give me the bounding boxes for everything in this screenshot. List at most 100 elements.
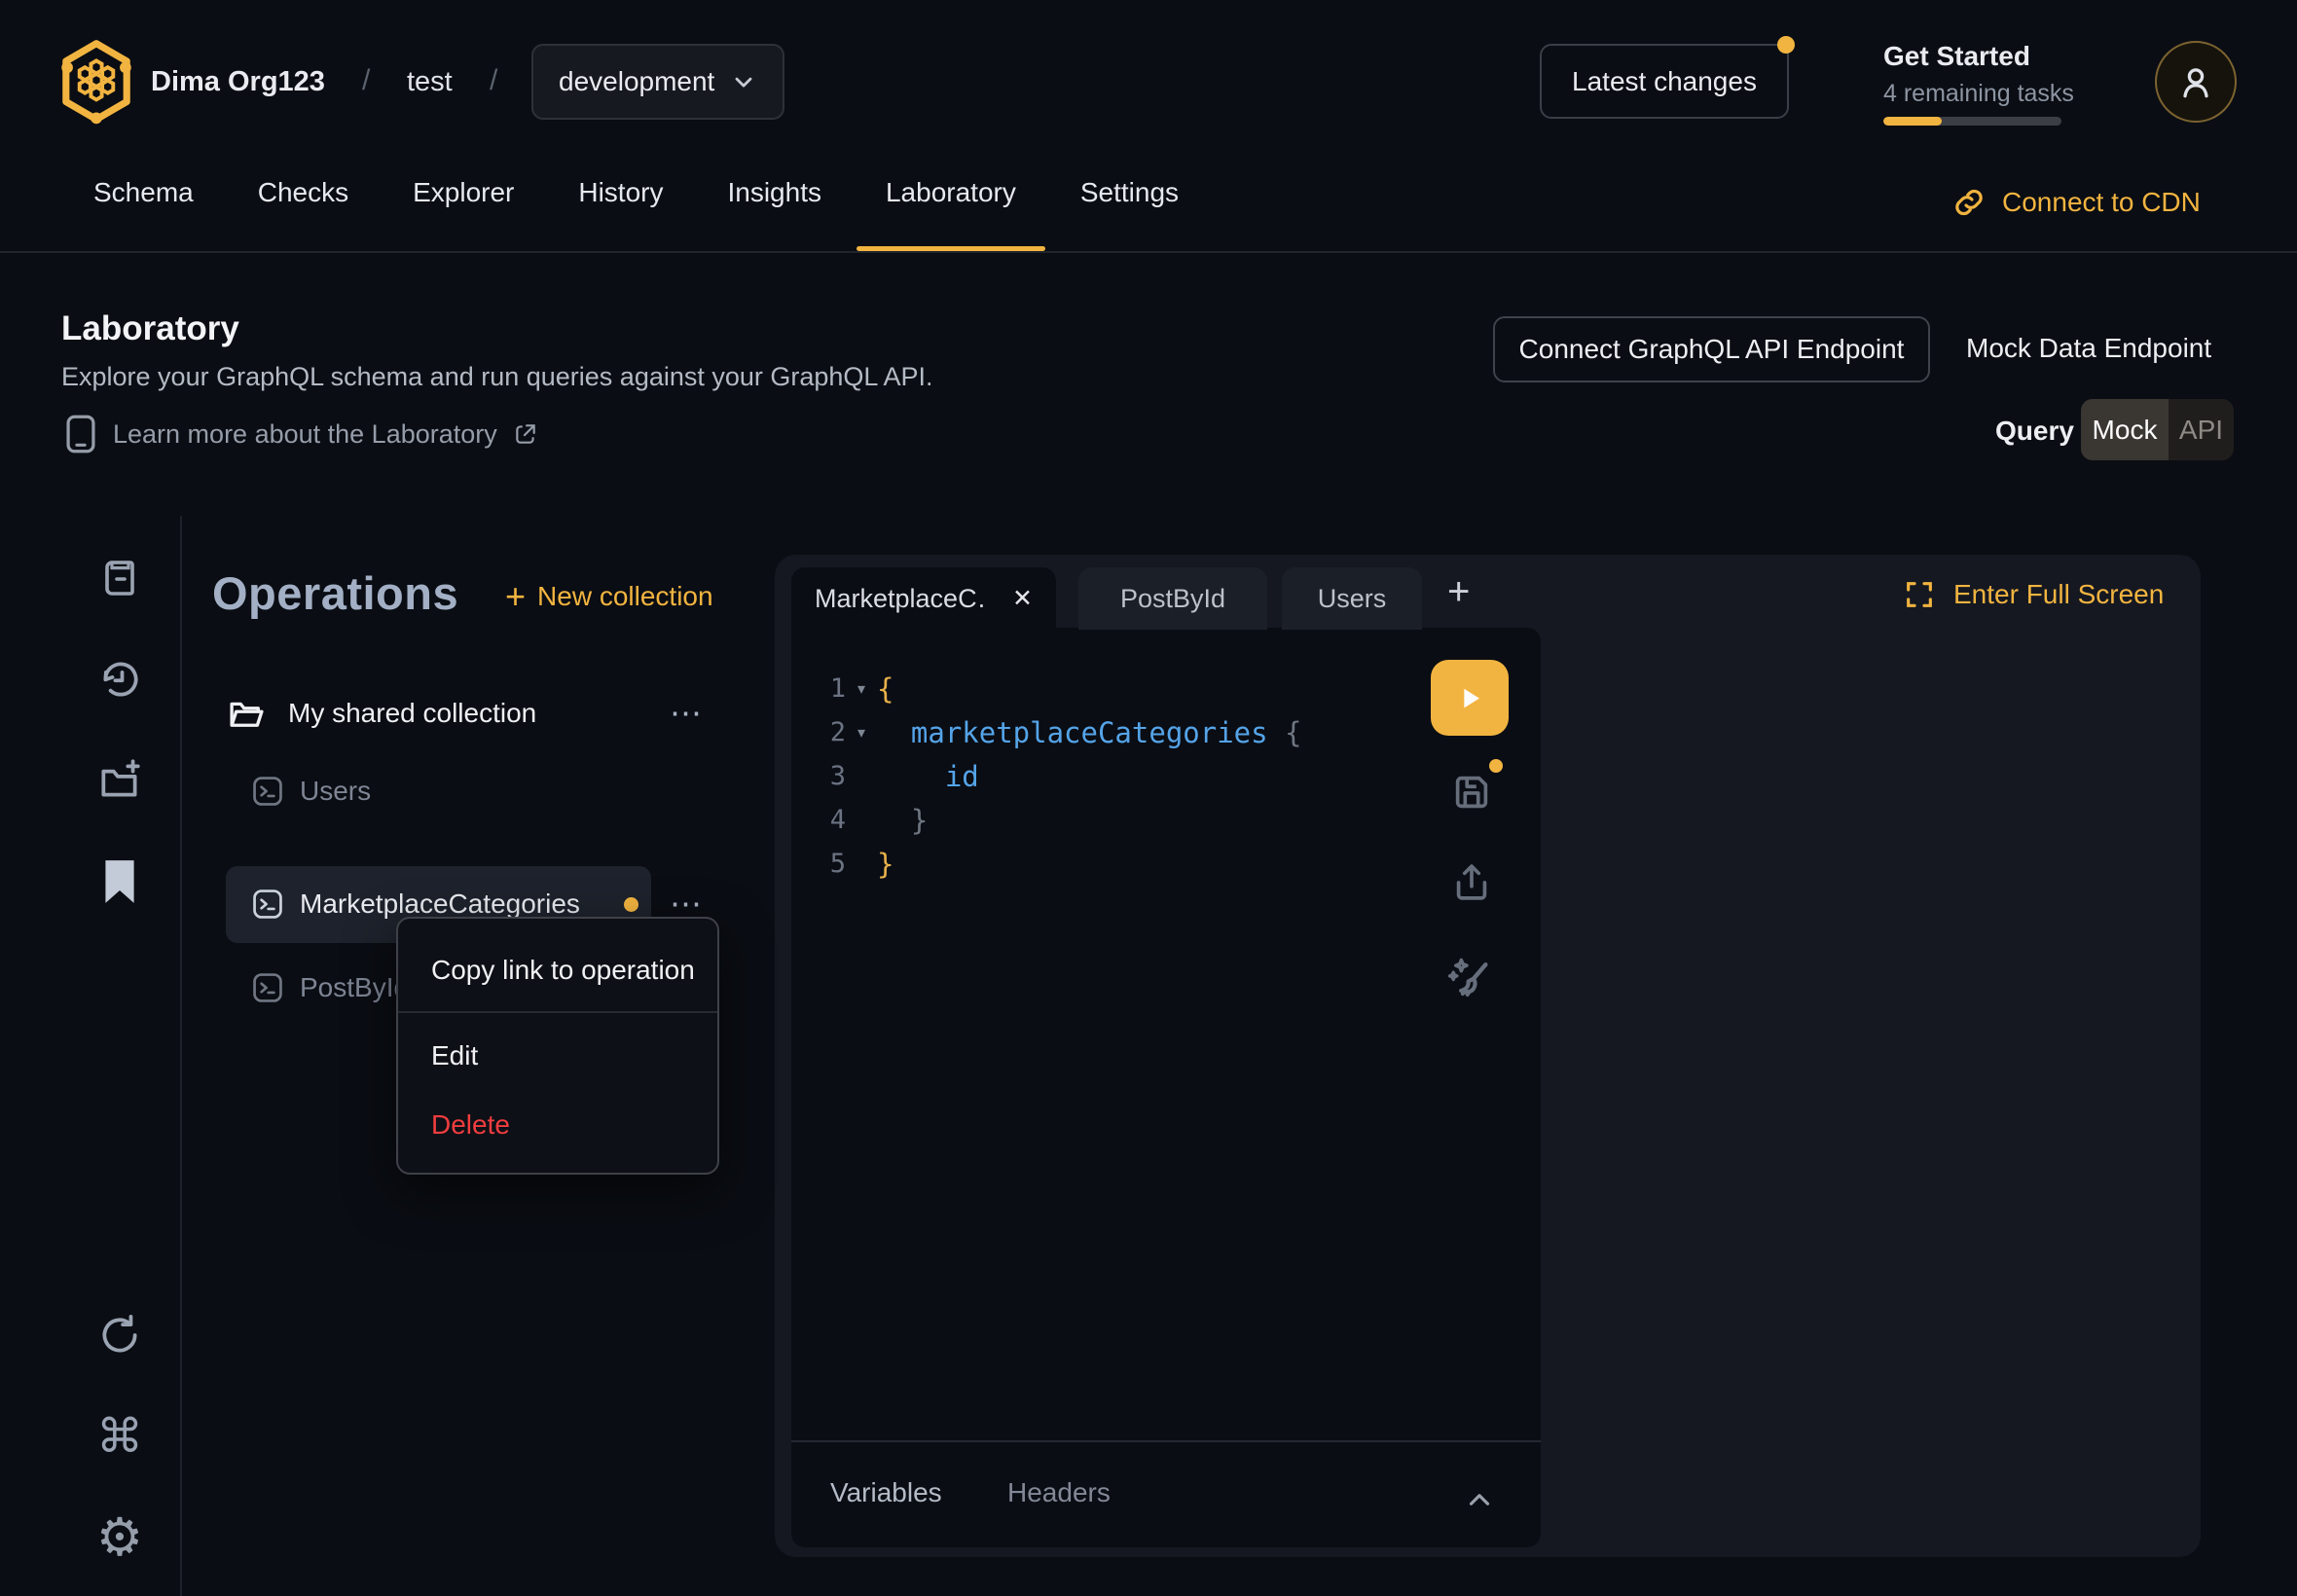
get-started-progress-bar <box>1883 117 2061 126</box>
line-number: 4 <box>801 805 846 835</box>
book-icon <box>64 414 97 454</box>
query-mode-toggle: Mock API <box>2081 399 2234 460</box>
code-line[interactable]: 2▾ marketplaceCategories { <box>801 710 1424 754</box>
breadcrumb-org[interactable]: Dima Org123 <box>151 66 325 98</box>
tab-explorer[interactable]: Explorer <box>383 177 543 251</box>
sync-icon <box>95 1311 144 1360</box>
rail-shortcuts-button[interactable]: ⌘ <box>93 1411 146 1464</box>
learn-more-link[interactable]: Learn more about the Laboratory <box>64 414 538 454</box>
share-operation-button[interactable] <box>1444 854 1499 909</box>
honeycomb-logo-icon <box>58 37 134 128</box>
collection-menu-button[interactable]: ⋯ <box>670 697 704 729</box>
code-line[interactable]: 3 id <box>801 754 1424 798</box>
operation-icon <box>251 888 284 921</box>
code-line[interactable]: 4 } <box>801 798 1424 842</box>
variables-tab[interactable]: Variables <box>830 1477 942 1508</box>
menu-divider <box>398 1011 717 1013</box>
rail-saved-operations-button[interactable] <box>93 855 146 908</box>
learn-more-label: Learn more about the Laboratory <box>113 419 497 450</box>
page-description: Explore your GraphQL schema and run quer… <box>61 362 932 392</box>
connect-endpoint-button[interactable]: Connect GraphQL API Endpoint <box>1493 316 1930 382</box>
primary-nav: Schema Checks Explorer History Insights … <box>64 177 1208 251</box>
tab-laboratory[interactable]: Laboratory <box>857 177 1045 251</box>
menu-item-edit[interactable]: Edit <box>431 1040 478 1071</box>
operation-name: PostById <box>300 972 409 1003</box>
fold-arrow-icon[interactable]: ▾ <box>846 679 877 699</box>
operation-row-users[interactable]: Users <box>226 759 635 823</box>
toggle-option-api[interactable]: API <box>2169 399 2234 460</box>
app-window: Dima Org123 / test / development Latest … <box>0 0 2297 1596</box>
rail-documentation-button[interactable] <box>93 552 146 604</box>
new-collection-label: New collection <box>537 581 713 612</box>
folder-open-icon <box>226 693 267 734</box>
query-editor[interactable]: 1▾{2▾ marketplaceCategories {3 id4 }5} <box>791 628 1541 1547</box>
add-tab-button[interactable]: + <box>1447 572 1470 611</box>
rail-new-collection-button[interactable] <box>93 754 146 807</box>
fold-arrow-icon[interactable]: ▾ <box>846 723 877 743</box>
latest-changes-notification-dot <box>1777 36 1795 54</box>
line-number: 2 <box>801 717 846 747</box>
code-text: marketplaceCategories { <box>877 716 1302 749</box>
operation-icon <box>251 775 284 808</box>
play-icon <box>1453 681 1486 714</box>
operation-menu-button[interactable]: ⋯ <box>670 888 704 920</box>
operation-name: Users <box>300 776 371 807</box>
connect-to-cdn-label: Connect to CDN <box>2002 187 2201 218</box>
code-text: } <box>877 848 893 881</box>
line-number: 3 <box>801 761 846 791</box>
breadcrumb-graph[interactable]: test <box>407 66 453 98</box>
mock-data-endpoint-link[interactable]: Mock Data Endpoint <box>1966 333 2211 364</box>
rail-history-button[interactable] <box>93 653 146 706</box>
prettify-button[interactable] <box>1442 950 1497 1004</box>
operation-icon <box>251 971 284 1004</box>
page-title: Laboratory <box>61 309 239 348</box>
get-started-title[interactable]: Get Started <box>1883 41 2030 72</box>
latest-changes-button[interactable]: Latest changes <box>1540 44 1789 119</box>
operations-title: Operations <box>212 566 458 620</box>
collection-row[interactable]: My shared collection <box>226 681 699 745</box>
toggle-option-mock[interactable]: Mock <box>2081 399 2169 460</box>
chevron-up-icon <box>1463 1483 1496 1516</box>
code-line[interactable]: 5} <box>801 842 1424 886</box>
external-link-icon <box>513 421 538 447</box>
operation-context-menu: Copy link to operation Edit Delete <box>396 917 719 1175</box>
menu-item-copy-link[interactable]: Copy link to operation <box>431 955 695 986</box>
code-line[interactable]: 1▾{ <box>801 667 1424 710</box>
run-query-button[interactable] <box>1431 660 1509 736</box>
headers-tab[interactable]: Headers <box>1007 1477 1111 1508</box>
command-icon: ⌘ <box>96 1414 143 1461</box>
folder-plus-icon <box>95 756 144 805</box>
variant-selector-value: development <box>559 66 714 97</box>
rail-sync-button[interactable] <box>93 1309 146 1361</box>
tab-schema[interactable]: Schema <box>64 177 223 251</box>
history-icon <box>95 655 144 704</box>
editor-tab-label: MarketplaceC… <box>815 584 987 614</box>
tab-insights[interactable]: Insights <box>698 177 851 251</box>
editor-tab-label: PostById <box>1120 584 1225 614</box>
close-tab-icon[interactable]: ✕ <box>1012 584 1033 613</box>
editor-tab-marketplacecategories[interactable]: MarketplaceC… ✕ <box>791 567 1056 630</box>
user-avatar[interactable] <box>2155 41 2237 123</box>
link-icon <box>1951 185 1987 220</box>
enter-full-screen-button[interactable]: Enter Full Screen <box>1903 578 2164 611</box>
enter-full-screen-label: Enter Full Screen <box>1953 579 2164 610</box>
menu-item-delete[interactable]: Delete <box>431 1109 510 1141</box>
editor-tab-postbyid[interactable]: PostById <box>1078 567 1267 630</box>
editor-tab-users[interactable]: Users <box>1282 567 1422 630</box>
fullscreen-icon <box>1903 578 1936 611</box>
code-text: } <box>877 804 928 837</box>
tab-checks[interactable]: Checks <box>229 177 378 251</box>
plus-icon: + <box>505 576 526 617</box>
graphos-logo[interactable] <box>58 37 134 128</box>
share-upload-icon <box>1449 859 1494 904</box>
variant-selector[interactable]: development <box>531 44 784 120</box>
connect-to-cdn-link[interactable]: Connect to CDN <box>1951 185 2201 220</box>
tab-settings[interactable]: Settings <box>1051 177 1208 251</box>
progress-fill <box>1883 117 1942 126</box>
new-collection-button[interactable]: + New collection <box>505 576 713 617</box>
rail-settings-button[interactable]: ⚙ <box>93 1511 146 1564</box>
rail-divider <box>180 516 182 1596</box>
tab-history[interactable]: History <box>549 177 692 251</box>
collapse-panel-button[interactable] <box>1463 1483 1496 1516</box>
save-operation-button[interactable] <box>1444 765 1499 819</box>
